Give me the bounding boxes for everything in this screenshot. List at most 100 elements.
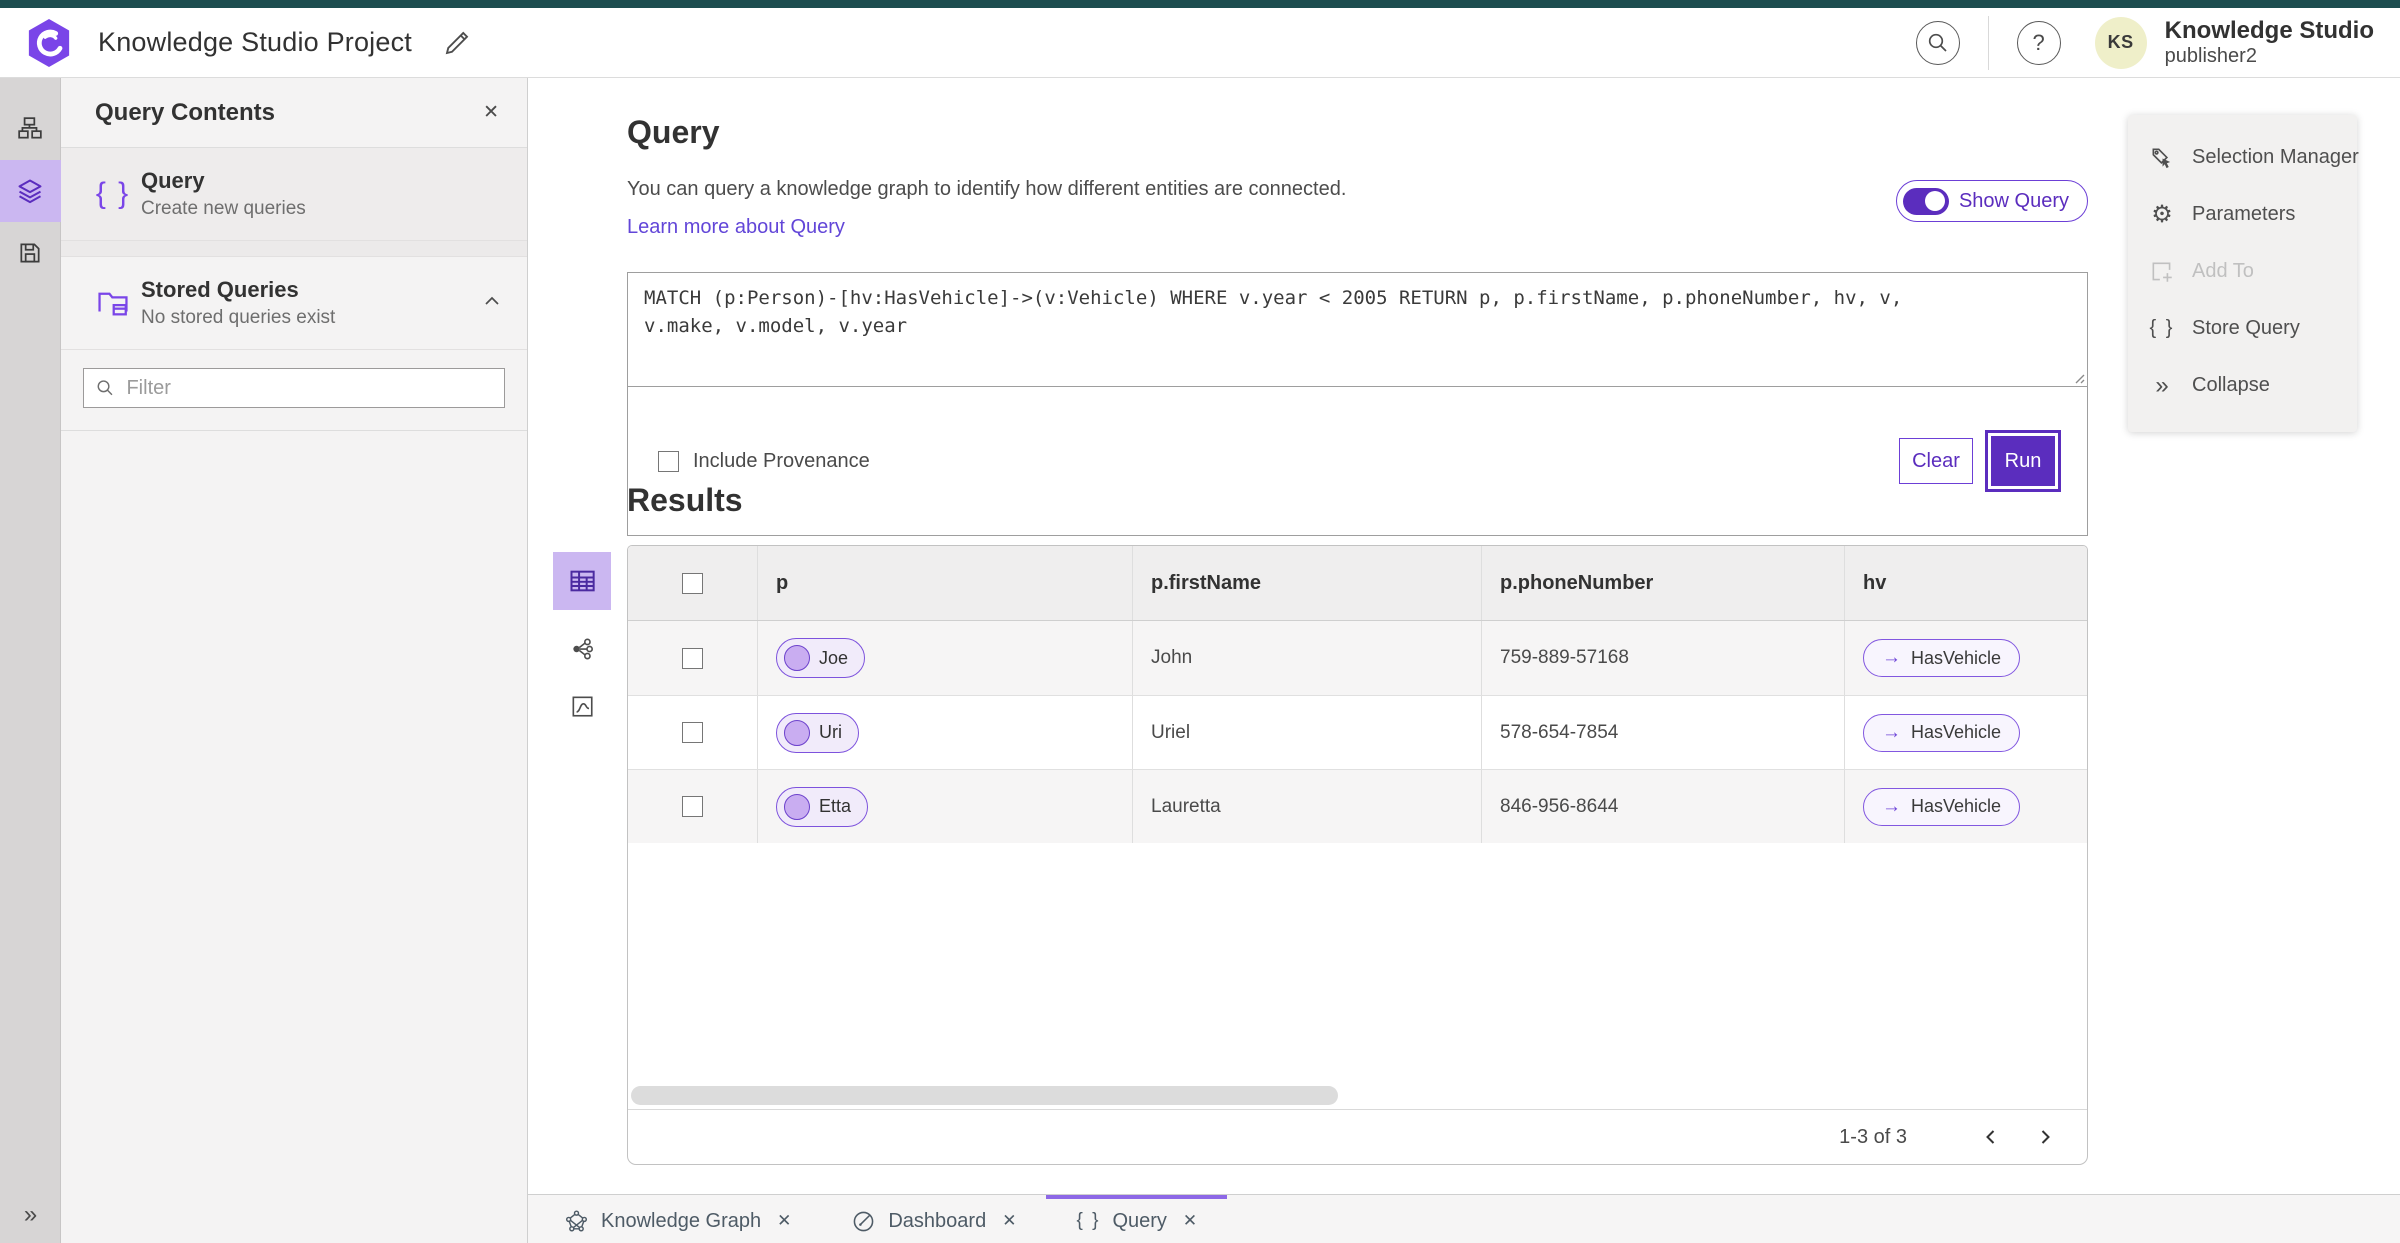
- column-header-hv[interactable]: hv: [1845, 546, 2087, 620]
- table-row[interactable]: Joe John 759-889-57168 → HasVehicle: [628, 621, 2087, 695]
- filter-field[interactable]: [83, 368, 505, 408]
- expand-rail-button[interactable]: »: [0, 1201, 61, 1229]
- run-button[interactable]: Run: [1991, 436, 2055, 486]
- table-row[interactable]: Uri Uriel 578-654-7854 → HasVehicle: [628, 695, 2087, 769]
- tab-close-icon[interactable]: ✕: [777, 1211, 791, 1231]
- entity-node-pill[interactable]: Uri: [776, 712, 859, 753]
- relationship-label: HasVehicle: [1911, 722, 2002, 742]
- project-title: Knowledge Studio Project: [98, 27, 412, 57]
- select-all-checkbox[interactable]: [682, 572, 703, 594]
- table-row[interactable]: Etta Lauretta 846-956-8644 → HasVehicle: [628, 769, 2087, 843]
- arrow-right-icon: →: [1882, 721, 1901, 743]
- search-button[interactable]: [1915, 20, 1960, 65]
- store-query-button[interactable]: { } Store Query: [2128, 300, 2357, 357]
- relationship-pill[interactable]: → HasVehicle: [1863, 639, 2021, 677]
- row-checkbox[interactable]: [682, 647, 703, 669]
- row-checkbox[interactable]: [682, 722, 703, 743]
- tab-query-active[interactable]: { } Query ✕: [1046, 1195, 1228, 1243]
- rail-item-data-model[interactable]: [0, 98, 61, 160]
- header-actions: ? KS Knowledge Studio publisher2: [1915, 15, 2374, 70]
- resize-handle-icon[interactable]: [2071, 370, 2085, 384]
- node-icon: [784, 645, 810, 671]
- panel-item-stored-queries[interactable]: Stored Queries No stored queries exist: [61, 257, 527, 350]
- include-provenance-checkbox[interactable]: [658, 450, 679, 472]
- relationship-pill[interactable]: → HasVehicle: [1863, 787, 2021, 826]
- tool-label: Collapse: [2192, 374, 2270, 396]
- rail-item-layers-active[interactable]: [0, 160, 61, 222]
- query-textarea[interactable]: MATCH (p:Person)-[hv:HasVehicle]->(v:Veh…: [628, 273, 2087, 387]
- save-icon: [20, 243, 40, 263]
- add-to-button-disabled: Add To: [2128, 243, 2357, 300]
- entity-node-pill[interactable]: Etta: [776, 786, 869, 827]
- node-label: Etta: [819, 796, 852, 816]
- selection-manager-button[interactable]: Selection Manager: [2128, 129, 2359, 186]
- tab-knowledge-graph[interactable]: Knowledge Graph ✕: [534, 1195, 821, 1243]
- help-button[interactable]: ?: [2016, 20, 2061, 65]
- query-workspace: Query You can query a knowledge graph to…: [528, 78, 2400, 1194]
- toggle-track: [1902, 187, 1949, 215]
- relationship-label: HasVehicle: [1911, 647, 2002, 668]
- tool-label: Parameters: [2192, 203, 2296, 225]
- account-info[interactable]: Knowledge Studio publisher2: [2165, 17, 2374, 68]
- rail-item-save[interactable]: [0, 222, 61, 284]
- results-table: p p.firstName p.phoneNumber hv Joe John …: [627, 545, 2088, 1165]
- cell-phonenumber: 846-956-8644: [1482, 770, 1845, 843]
- horizontal-scrollbar-thumb[interactable]: [631, 1086, 1338, 1105]
- column-header-p[interactable]: p: [758, 546, 1133, 620]
- column-header-phonenumber[interactable]: p.phoneNumber: [1482, 546, 1845, 620]
- chevron-up-icon: [485, 296, 499, 305]
- cell-firstname: Lauretta: [1133, 770, 1482, 843]
- avatar[interactable]: KS: [2094, 16, 2147, 69]
- tool-label: Add To: [2192, 260, 2254, 282]
- relationship-label: HasVehicle: [1911, 796, 2002, 816]
- collapse-panel-button[interactable]: » Collapse: [2128, 357, 2357, 414]
- filter-search-icon: [97, 380, 113, 396]
- show-query-toggle[interactable]: Show Query: [1895, 180, 2088, 222]
- account-name: Knowledge Studio: [2164, 17, 2374, 45]
- panel-item-query[interactable]: { } Query Create new queries: [61, 148, 527, 241]
- toggle-knob: [1924, 191, 1945, 211]
- previous-page-button[interactable]: [1971, 1117, 2011, 1157]
- page-description: You can query a knowledge graph to ident…: [627, 178, 1347, 200]
- chart-view-button[interactable]: [569, 693, 595, 724]
- chart-icon: [572, 696, 593, 717]
- table-empty-area: [628, 843, 2087, 1083]
- panel-section-gap: [61, 241, 527, 257]
- node-label: Joe: [819, 647, 849, 668]
- table-header-row: p p.firstName p.phoneNumber hv: [628, 546, 2087, 621]
- panel-item-subtitle: No stored queries exist: [141, 307, 336, 328]
- app-window: Knowledge Studio Project ? KS Knowledge …: [0, 0, 2400, 1243]
- pagination-range: 1-3 of 3: [1839, 1125, 1907, 1148]
- account-username: publisher2: [2164, 44, 2257, 67]
- graph-view-button[interactable]: [569, 636, 595, 667]
- braces-icon: { }: [2149, 317, 2175, 339]
- collapse-section-button[interactable]: [481, 290, 503, 317]
- column-header-firstname[interactable]: p.firstName: [1133, 546, 1482, 620]
- filter-input[interactable]: [126, 376, 492, 400]
- gear-icon: ⚙: [2151, 200, 2173, 228]
- query-tools-panel: Selection Manager ⚙ Parameters Add To { …: [2128, 115, 2359, 432]
- hierarchy-icon: [18, 117, 42, 139]
- tab-close-icon[interactable]: ✕: [1183, 1211, 1197, 1231]
- node-icon: [784, 719, 810, 746]
- knowledge-studio-logo-icon: [28, 18, 70, 67]
- table-icon: [570, 570, 595, 592]
- tab-close-icon[interactable]: ✕: [1002, 1211, 1016, 1231]
- clear-button[interactable]: Clear: [1899, 438, 1973, 484]
- left-rail: »: [0, 78, 61, 1243]
- parameters-button[interactable]: ⚙ Parameters: [2128, 186, 2357, 243]
- double-chevron-right-icon: »: [2155, 371, 2169, 399]
- include-provenance-label: Include Provenance: [693, 449, 870, 472]
- table-view-button[interactable]: [553, 552, 611, 610]
- tab-dashboard[interactable]: Dashboard ✕: [821, 1195, 1046, 1243]
- entity-node-pill[interactable]: Joe: [776, 638, 866, 678]
- panel-close-icon[interactable]: ✕: [483, 101, 499, 124]
- row-checkbox[interactable]: [682, 796, 703, 817]
- relationship-pill[interactable]: → HasVehicle: [1863, 713, 2021, 752]
- chevron-right-icon: [2041, 1130, 2050, 1144]
- learn-more-link[interactable]: Learn more about Query: [627, 216, 845, 239]
- cell-phonenumber: 578-654-7854: [1482, 696, 1845, 769]
- next-page-button[interactable]: [2025, 1117, 2065, 1157]
- node-label: Uri: [819, 722, 842, 742]
- edit-title-icon[interactable]: [442, 28, 472, 58]
